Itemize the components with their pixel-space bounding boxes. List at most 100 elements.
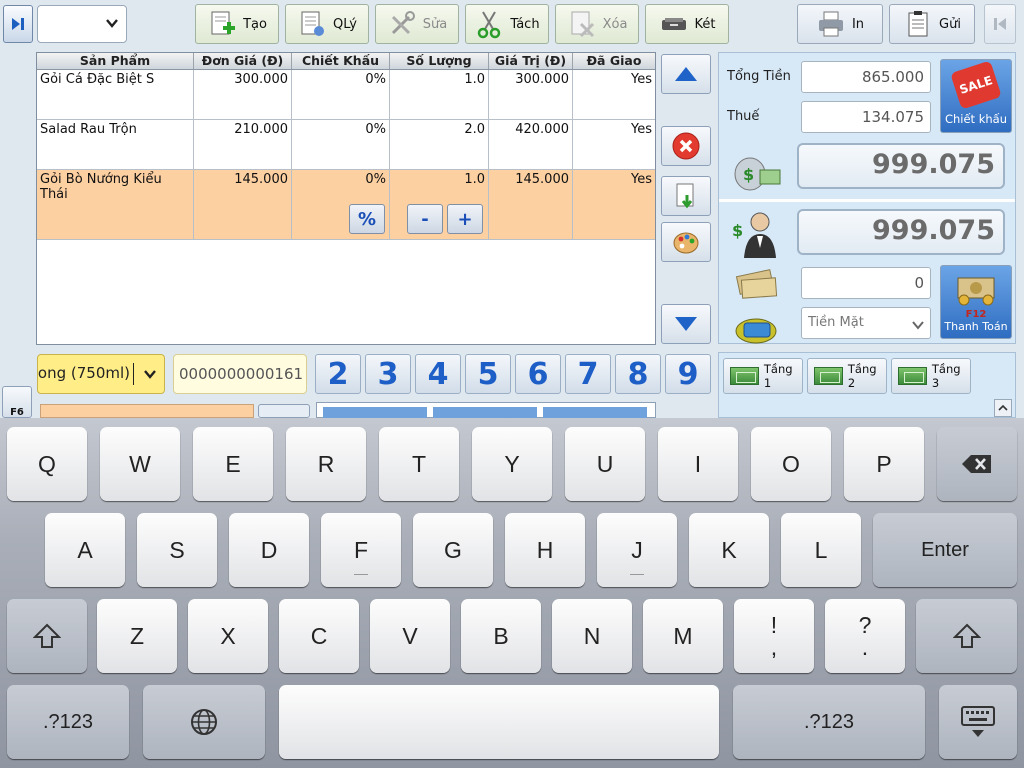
key-e[interactable]: E xyxy=(193,427,273,501)
key-r[interactable]: R xyxy=(286,427,366,501)
number-button-6[interactable]: 6 xyxy=(515,354,561,394)
floor-tab-2[interactable]: Tầng 2 xyxy=(807,358,887,394)
key-f[interactable]: F xyxy=(321,513,401,587)
edit-button[interactable]: Sửa xyxy=(375,4,459,44)
shift-key-right[interactable] xyxy=(916,599,1017,673)
key-o[interactable]: O xyxy=(751,427,831,501)
key-c[interactable]: C xyxy=(279,599,359,673)
numbers-key-left[interactable]: .?123 xyxy=(7,685,129,759)
table-row[interactable]: Gỏi Cá Đặc Biệt S 300.000 0% 1.0 300.000… xyxy=(37,70,655,120)
floor-tab-1[interactable]: Tầng 1 xyxy=(723,358,803,394)
cell-value: 300.000 xyxy=(489,70,573,119)
key-q[interactable]: Q xyxy=(7,427,87,501)
sale-tag-icon: SALE xyxy=(950,60,1002,110)
number-button-9[interactable]: 9 xyxy=(665,354,711,394)
quantity-value: 1.0 xyxy=(464,172,485,187)
barcode-input[interactable]: 0000000000161 xyxy=(173,354,307,394)
send-button[interactable]: Gửi xyxy=(889,4,975,44)
arrow-down-icon xyxy=(675,317,697,331)
palette-button[interactable] xyxy=(661,222,711,262)
key-t[interactable]: T xyxy=(379,427,459,501)
discount-button[interactable]: SALE Chiết khấu xyxy=(940,59,1012,133)
customer-payment-display[interactable]: 999.075 xyxy=(797,209,1005,255)
download-document-icon xyxy=(676,183,694,209)
table-row-selected[interactable]: Gỏi Bò Nướng Kiểu Thái 145.000 0% % 1.0 … xyxy=(37,170,655,240)
key-l[interactable]: L xyxy=(781,513,861,587)
key-question-period[interactable]: ? . xyxy=(825,599,905,673)
send-to-kitchen-button[interactable] xyxy=(661,176,711,216)
key-w[interactable]: W xyxy=(100,427,180,501)
key-b[interactable]: B xyxy=(461,599,541,673)
numbers-key-right[interactable]: .?123 xyxy=(733,685,925,759)
floor-plan-icon xyxy=(814,367,843,385)
collapse-sidebar-button[interactable] xyxy=(3,5,33,43)
number-button-5[interactable]: 5 xyxy=(465,354,511,394)
floor-tab-3[interactable]: Tầng 3 xyxy=(891,358,971,394)
split-button[interactable]: Tách xyxy=(465,4,549,44)
key-g[interactable]: G xyxy=(413,513,493,587)
cell-value: 145.000 xyxy=(489,170,573,239)
key-p[interactable]: P xyxy=(844,427,924,501)
key-k[interactable]: K xyxy=(689,513,769,587)
area-dropdown[interactable] xyxy=(37,5,127,43)
home-row-marker xyxy=(354,574,368,575)
key-x[interactable]: X xyxy=(188,599,268,673)
skip-back-button[interactable] xyxy=(984,4,1016,44)
cash-register-button[interactable]: Két xyxy=(645,4,729,44)
checkout-button[interactable]: F12 Thanh Toán xyxy=(940,265,1012,339)
number-button-3[interactable]: 3 xyxy=(365,354,411,394)
table-button[interactable] xyxy=(433,407,537,418)
key-top-char: ? xyxy=(858,612,872,638)
manage-button[interactable]: QLý xyxy=(285,4,369,44)
table-row[interactable]: Salad Rau Trộn 210.000 0% 2.0 420.000 Ye… xyxy=(37,120,655,170)
space-key[interactable] xyxy=(279,685,719,759)
key-v[interactable]: V xyxy=(370,599,450,673)
delete-button[interactable]: Xóa xyxy=(555,4,639,44)
discount-percent-button[interactable]: % xyxy=(349,204,385,234)
key-m[interactable]: M xyxy=(643,599,723,673)
key-exclamation-comma-label: ! , xyxy=(771,614,777,659)
key-u[interactable]: U xyxy=(565,427,645,501)
backspace-key[interactable] xyxy=(937,427,1017,501)
checkout-shortcut: F12 xyxy=(965,309,987,320)
table-button[interactable] xyxy=(543,407,647,418)
floor-scroll-up-button[interactable] xyxy=(994,399,1012,417)
change-amount-field[interactable]: 0 xyxy=(801,267,931,299)
create-order-button[interactable]: Tạo xyxy=(195,4,279,44)
increase-quantity-button[interactable]: + xyxy=(447,204,483,234)
key-i[interactable]: I xyxy=(658,427,738,501)
f6-button[interactable]: F6 xyxy=(2,386,32,418)
total-amount-field: 865.000 xyxy=(801,61,931,93)
scroll-down-button[interactable] xyxy=(661,304,711,344)
discount-label: Chiết khấu xyxy=(944,112,1008,126)
money-bag-icon: $ xyxy=(727,141,787,197)
globe-key[interactable] xyxy=(143,685,265,759)
key-s[interactable]: S xyxy=(137,513,217,587)
payment-method-select[interactable]: Tiền Mặt xyxy=(801,307,931,339)
print-button[interactable]: In xyxy=(797,4,883,44)
enter-key[interactable]: Enter xyxy=(873,513,1017,587)
key-h[interactable]: H xyxy=(505,513,585,587)
cell-discount: 0% % xyxy=(292,170,390,239)
number-button-7[interactable]: 7 xyxy=(565,354,611,394)
key-y[interactable]: Y xyxy=(472,427,552,501)
key-z[interactable]: Z xyxy=(97,599,177,673)
key-exclamation-comma[interactable]: ! , xyxy=(734,599,814,673)
divider xyxy=(719,199,1015,202)
hide-keyboard-key[interactable] xyxy=(939,685,1017,759)
remove-item-button[interactable] xyxy=(661,126,711,166)
shift-key-left[interactable] xyxy=(7,599,87,673)
strip-button[interactable] xyxy=(258,404,310,418)
key-n[interactable]: N xyxy=(552,599,632,673)
number-button-2[interactable]: 2 xyxy=(315,354,361,394)
number-button-4[interactable]: 4 xyxy=(415,354,461,394)
table-button[interactable] xyxy=(323,407,427,418)
key-j[interactable]: J xyxy=(597,513,677,587)
scroll-up-button[interactable] xyxy=(661,54,711,94)
key-d[interactable]: D xyxy=(229,513,309,587)
key-a[interactable]: A xyxy=(45,513,125,587)
product-select[interactable]: Duong (750ml) xyxy=(37,354,165,394)
cash-drawer-icon xyxy=(659,9,689,39)
decrease-quantity-button[interactable]: - xyxy=(407,204,443,234)
number-button-8[interactable]: 8 xyxy=(615,354,661,394)
